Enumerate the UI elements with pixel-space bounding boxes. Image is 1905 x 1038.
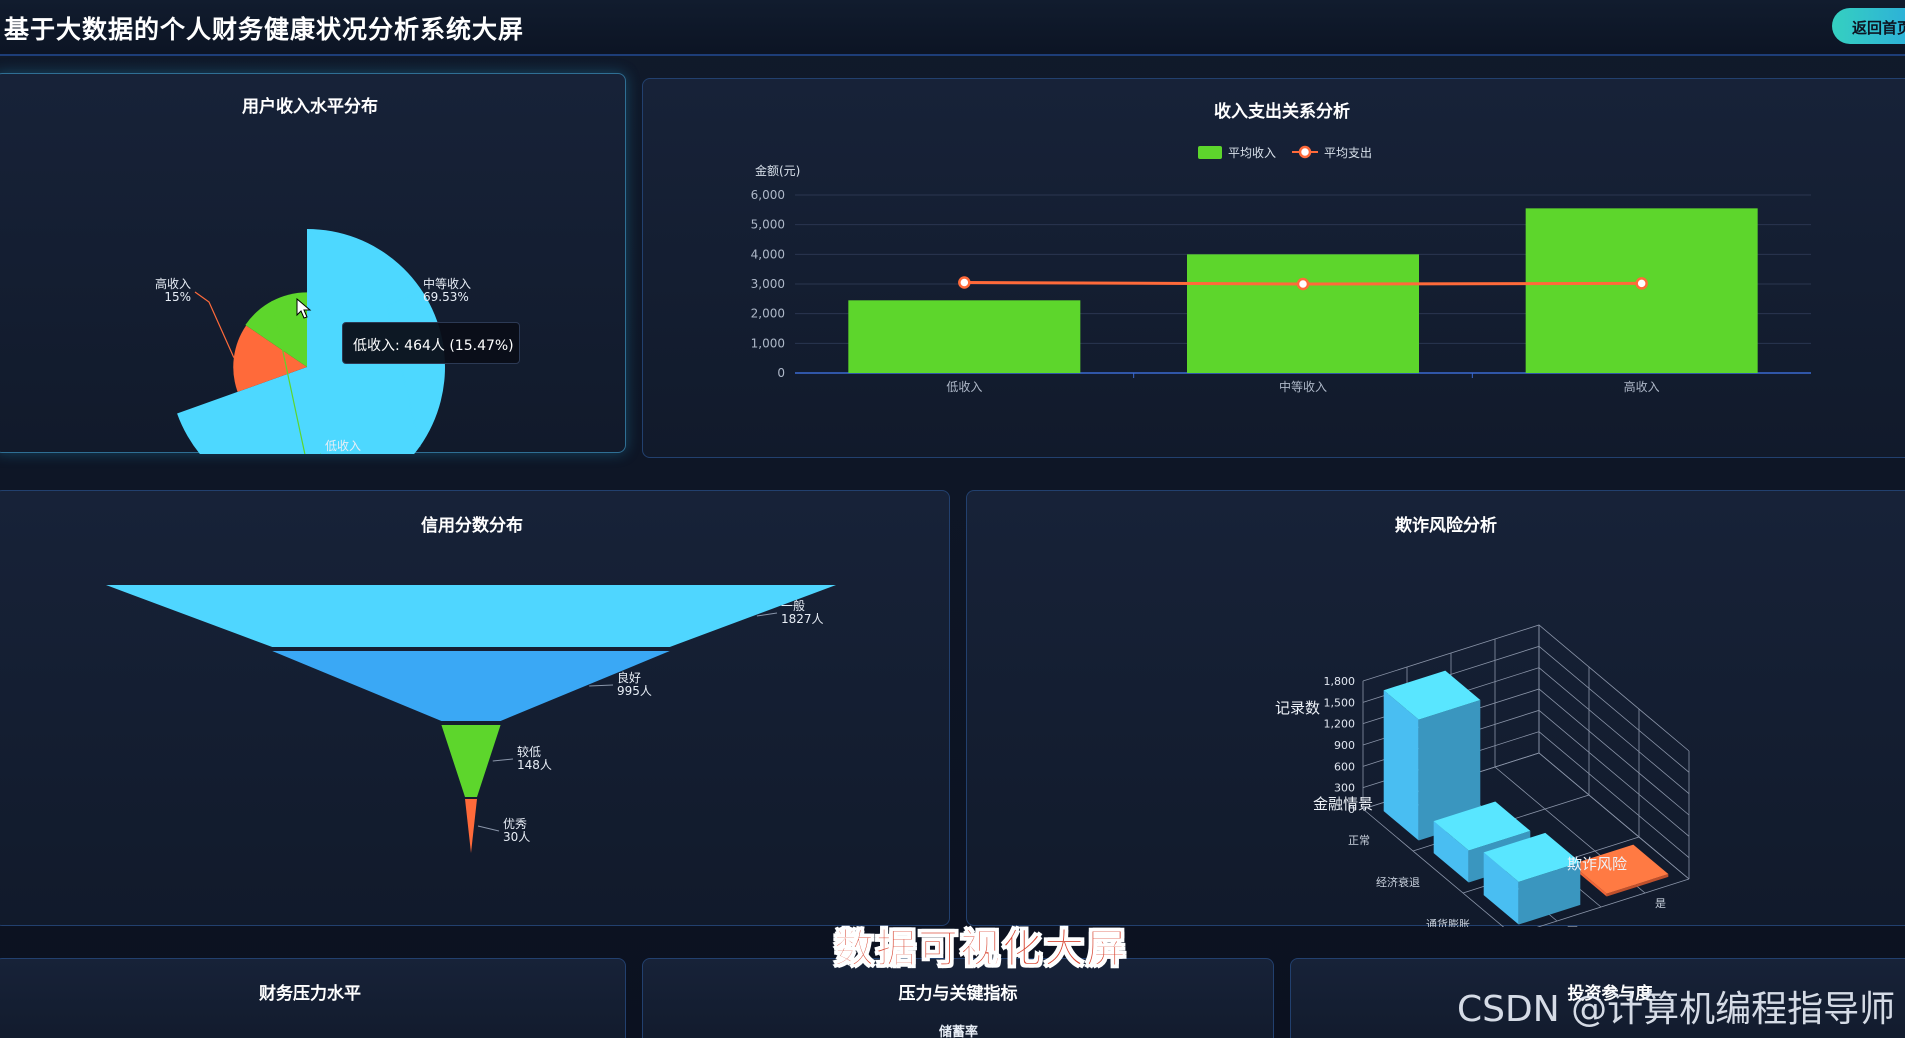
y-category-label: 是 <box>1655 897 1666 910</box>
legend-label-expense: 平均支出 <box>1324 146 1372 160</box>
fraud-risk-panel: 欺诈风险分析 0 300 600 900 1,200 1,500 1,800 正常 经济衰退 通货… <box>966 490 1905 927</box>
pie-label-percent-2: 15.47% <box>325 452 371 454</box>
financial-pressure-panel: 财务压力水平 <box>0 958 626 1038</box>
bar-y-tick-label: 1,000 <box>751 336 785 350</box>
funnel-label-value-1: 995人 <box>617 684 652 698</box>
pie-label-percent-1: 15% <box>164 290 191 304</box>
z-axis-label: 记录数 <box>1275 699 1320 717</box>
bar-x-tick-label: 高收入 <box>1624 379 1660 394</box>
pie-leader-line-1 <box>194 291 235 358</box>
bar-y-axis-label: 金额(元) <box>755 163 800 178</box>
financial-pressure-title: 财务压力水平 <box>259 984 361 1004</box>
funnel-layer-1[interactable] <box>272 651 670 721</box>
funnel-label-name-1: 良好 <box>617 670 641 685</box>
z-tick-label: 600 <box>1334 760 1355 773</box>
y-axis-label: 欺诈风险 <box>1567 855 1627 873</box>
pie-label-name-1: 高收入 <box>155 276 191 291</box>
funnel-leader-1 <box>589 684 614 687</box>
funnel-leader-0 <box>756 612 778 617</box>
bar-0[interactable] <box>848 300 1081 373</box>
page-title: 基于大数据的个人财务健康状况分析系统大屏 <box>4 15 525 44</box>
bar-x-tick-label: 中等收入 <box>1279 379 1327 394</box>
pie-label-percent-0: 69.53% <box>423 290 469 304</box>
overlay-banner: 数据可视化大屏 <box>834 926 1128 973</box>
back-home-button[interactable]: 返回首页 <box>1832 8 1905 44</box>
bar-y-tick-label: 4,000 <box>751 247 785 261</box>
x-category-label: 正常 <box>1348 834 1370 847</box>
x-axis-label: 金融情景 <box>1313 795 1373 813</box>
income-pie-chart[interactable]: 中等收入69.53% 高收入15% 低收入15.47% <box>0 74 627 454</box>
header-bar: 基于大数据的个人财务健康状况分析系统大屏 返回首页 <box>0 0 1905 56</box>
pie-label-name-2: 低收入 <box>325 439 361 453</box>
funnel-label-name-2: 较低 <box>517 744 541 759</box>
funnel-label-value-0: 1827人 <box>781 612 824 626</box>
funnel-leader-3 <box>477 825 500 832</box>
income-expense-chart[interactable]: 0 1,000 2,000 3,000 4,000 5,000 6,000 金额(元) 低收入 中… <box>643 79 1905 459</box>
legend-swatch-expense-dot <box>1298 145 1312 159</box>
bar-y-tick-label: 0 <box>777 366 785 380</box>
funnel-label-value-3: 30人 <box>503 830 530 844</box>
pressure-indicators-title: 压力与关键指标 <box>898 984 1018 1004</box>
funnel-layer-2[interactable] <box>441 725 501 797</box>
funnel-label-name-0: 一般 <box>781 598 805 613</box>
watermark-text: CSDN @计算机编程指导师 <box>1457 989 1896 1030</box>
z-tick-label: 1,200 <box>1324 718 1356 731</box>
z-tick-label: 1,500 <box>1324 696 1356 709</box>
legend-label-income: 平均收入 <box>1228 146 1276 160</box>
funnel-leader-2 <box>492 758 514 762</box>
y-category-label: 否 <box>1567 925 1578 927</box>
bar-1[interactable] <box>1187 254 1419 373</box>
mouse-cursor-icon <box>296 298 312 319</box>
bar-y-tick-label: 2,000 <box>751 307 785 321</box>
expense-point-1[interactable] <box>1296 277 1310 291</box>
bar-y-tick-label: 3,000 <box>751 277 785 291</box>
credit-funnel-chart[interactable]: 一般1827人良好995人较低148人优秀30人 <box>0 491 951 927</box>
bar-y-tick-label: 5,000 <box>751 218 785 232</box>
pie-tooltip: 低收入: 464人 (15.47%) <box>342 322 520 364</box>
z-tick-label: 900 <box>1334 739 1355 752</box>
savings-rate-label: 储蓄率 <box>939 1025 979 1038</box>
income-expense-panel: 收入支出关系分析 0 1,000 2,000 3,000 4,000 5,000 6,000… <box>642 78 1905 458</box>
funnel-label-value-2: 148人 <box>517 758 552 772</box>
z-tick-label: 300 <box>1334 782 1355 795</box>
bar-x-tick-label: 低收入 <box>946 380 982 394</box>
credit-score-panel: 信用分数分布 一般 1827人 良好 995人 较低 148人 优秀 30人 <box>0 490 950 926</box>
x-category-label: 经济衰退 <box>1376 875 1420 889</box>
z-tick-label: 1,800 <box>1324 675 1356 688</box>
bar-2[interactable] <box>1525 208 1758 373</box>
pie-label-name-0: 中等收入 <box>423 276 471 291</box>
funnel-layer-0[interactable] <box>106 585 836 647</box>
funnel-label-name-3: 优秀 <box>503 817 527 831</box>
expense-point-0[interactable] <box>958 276 971 289</box>
dashboard-page: 基于大数据的个人财务健康状况分析系统大屏 返回首页 用户收入水平分布 中等收入 6… <box>0 0 1905 1038</box>
expense-point-2[interactable] <box>1635 277 1648 290</box>
x-category-label: 通货膨胀 <box>1426 917 1470 927</box>
income-level-panel: 用户收入水平分布 中等收入69.53%高收入15%低收入15.47% <box>0 73 627 454</box>
legend-swatch-income <box>1198 146 1222 159</box>
funnel-layer-3[interactable] <box>465 799 477 853</box>
fraud-3d-chart[interactable]: 03006009001,2001,5001,800正常经济衰退通货膨胀否是记录数… <box>967 491 1905 927</box>
bar-y-tick-label: 6,000 <box>751 188 785 202</box>
